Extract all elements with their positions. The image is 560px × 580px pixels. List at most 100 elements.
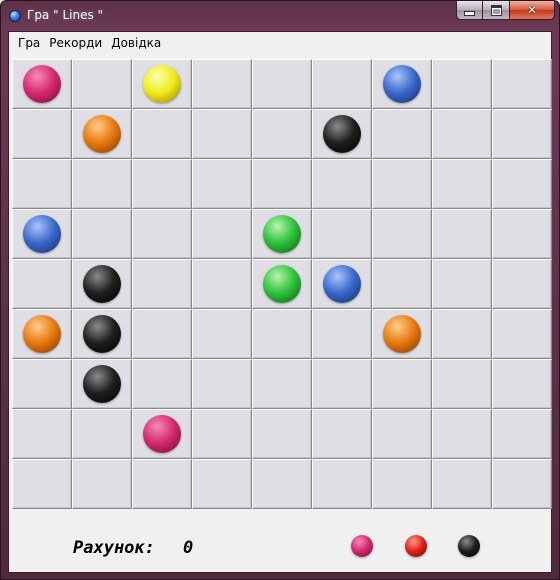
orange-ball[interactable] [83,115,121,153]
board-cell[interactable] [192,59,252,109]
board-cell[interactable] [312,59,372,109]
board-cell[interactable] [432,59,492,109]
board-cell[interactable] [432,259,492,309]
board-cell[interactable] [132,459,192,509]
board-cell[interactable] [252,209,312,259]
black-ball[interactable] [83,315,121,353]
board-cell[interactable] [192,259,252,309]
board-cell[interactable] [372,259,432,309]
board-cell[interactable] [132,159,192,209]
board-cell[interactable] [132,209,192,259]
board-cell[interactable] [72,209,132,259]
yellow-ball[interactable] [143,65,181,103]
board-cell[interactable] [372,209,432,259]
board-cell[interactable] [132,409,192,459]
board-cell[interactable] [372,459,432,509]
board-cell[interactable] [192,309,252,359]
board-cell[interactable] [252,459,312,509]
board-cell[interactable] [252,409,312,459]
board-cell[interactable] [192,109,252,159]
menu-records[interactable]: Рекорди [46,32,105,54]
board-cell[interactable] [492,309,552,359]
board-cell[interactable] [252,259,312,309]
board-cell[interactable] [192,409,252,459]
board-cell[interactable] [252,359,312,409]
black-ball[interactable] [83,265,121,303]
board-cell[interactable] [492,109,552,159]
board-cell[interactable] [132,309,192,359]
board-cell[interactable] [492,209,552,259]
board-cell[interactable] [312,459,372,509]
board-cell[interactable] [312,159,372,209]
title-bar[interactable]: Гра " Lines " ✕ [1,1,559,31]
board-cell[interactable] [132,59,192,109]
board-cell[interactable] [372,359,432,409]
pink-ball[interactable] [143,415,181,453]
board-cell[interactable] [372,409,432,459]
board-cell[interactable] [492,259,552,309]
board-cell[interactable] [192,209,252,259]
board-cell[interactable] [12,59,72,109]
board-cell[interactable] [12,459,72,509]
board-cell[interactable] [72,59,132,109]
board-cell[interactable] [252,59,312,109]
board-cell[interactable] [252,159,312,209]
pink-ball[interactable] [23,65,61,103]
orange-ball[interactable] [383,315,421,353]
board-cell[interactable] [192,359,252,409]
board-cell[interactable] [132,359,192,409]
green-ball[interactable] [263,215,301,253]
board-cell[interactable] [132,109,192,159]
black-ball[interactable] [83,365,121,403]
board-cell[interactable] [72,159,132,209]
board-cell[interactable] [372,309,432,359]
orange-ball[interactable] [23,315,61,353]
board-cell[interactable] [252,109,312,159]
board-cell[interactable] [252,309,312,359]
board-cell[interactable] [12,359,72,409]
close-button[interactable]: ✕ [510,1,555,20]
board-cell[interactable] [12,309,72,359]
blue-ball[interactable] [323,265,361,303]
board-cell[interactable] [72,109,132,159]
board-cell[interactable] [372,59,432,109]
board-cell[interactable] [312,209,372,259]
board-cell[interactable] [12,209,72,259]
board-cell[interactable] [132,259,192,309]
board-cell[interactable] [312,409,372,459]
black-ball[interactable] [323,115,361,153]
board-cell[interactable] [432,359,492,409]
board-cell[interactable] [312,309,372,359]
board-cell[interactable] [12,159,72,209]
board-cell[interactable] [72,309,132,359]
board-cell[interactable] [432,209,492,259]
board-cell[interactable] [72,359,132,409]
board-cell[interactable] [492,159,552,209]
board-cell[interactable] [372,159,432,209]
blue-ball[interactable] [23,215,61,253]
board-cell[interactable] [432,409,492,459]
board-cell[interactable] [12,259,72,309]
board-cell[interactable] [312,259,372,309]
board-cell[interactable] [312,109,372,159]
board-cell[interactable] [432,109,492,159]
board-cell[interactable] [12,409,72,459]
board-cell[interactable] [432,159,492,209]
menu-game[interactable]: Гра [15,32,43,54]
board-cell[interactable] [492,59,552,109]
board-cell[interactable] [432,459,492,509]
board-cell[interactable] [192,459,252,509]
maximize-button[interactable] [483,1,510,20]
board-cell[interactable] [192,159,252,209]
board-cell[interactable] [312,359,372,409]
board-cell[interactable] [372,109,432,159]
board-cell[interactable] [72,259,132,309]
menu-help[interactable]: Довідка [108,32,164,54]
board-cell[interactable] [72,459,132,509]
board-cell[interactable] [492,459,552,509]
board-cell[interactable] [492,409,552,459]
board-cell[interactable] [432,309,492,359]
board-cell[interactable] [492,359,552,409]
blue-ball[interactable] [383,65,421,103]
board-cell[interactable] [72,409,132,459]
